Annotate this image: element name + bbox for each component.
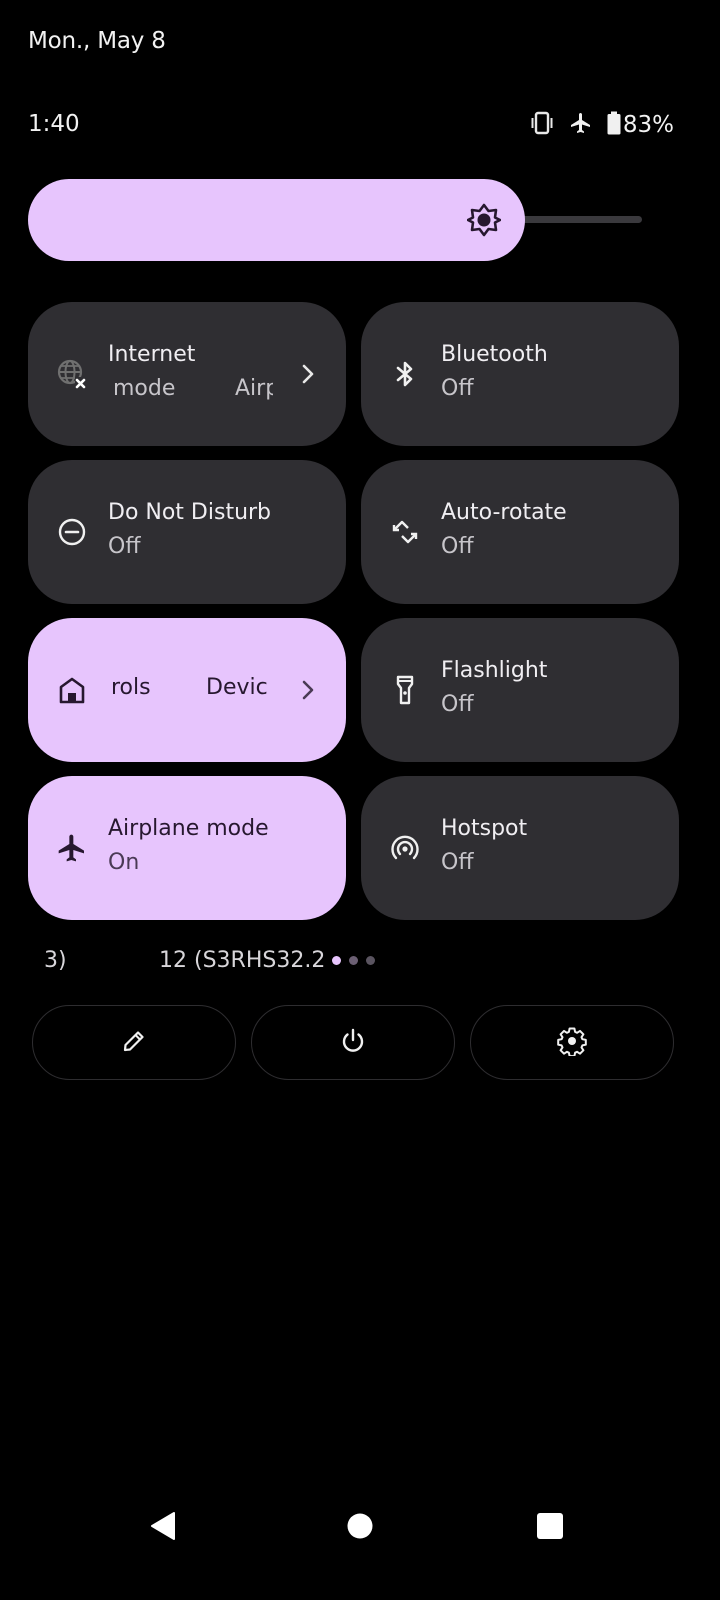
globe-x-icon (56, 358, 88, 390)
tile-label-marquee: rols Devic (108, 675, 273, 705)
marquee-fragment: Airp (235, 376, 273, 401)
tile-label: Flashlight (441, 658, 548, 683)
tile-airplane-mode[interactable]: Airplane mode On (28, 776, 346, 920)
edit-button[interactable] (32, 1005, 236, 1080)
tile-hotspot[interactable]: Hotspot Off (361, 776, 679, 920)
bluetooth-icon (389, 358, 421, 390)
battery-percentage: 83% (622, 112, 674, 138)
marquee-fragment: mode (113, 376, 176, 401)
status-icons: 83% (529, 110, 674, 140)
tile-state: Off (441, 850, 474, 875)
flashlight-icon (389, 674, 421, 706)
tile-label: Bluetooth (441, 342, 548, 367)
date-label: Mon., May 8 (28, 28, 166, 54)
page-dot[interactable] (332, 956, 341, 965)
tile-state: Off (441, 534, 474, 559)
tile-label: Hotspot (441, 816, 528, 841)
nav-back-button[interactable] (141, 1506, 185, 1550)
tile-do-not-disturb[interactable]: Do Not Disturb Off (28, 460, 346, 604)
tile-label: Internet (108, 342, 196, 367)
tile-auto-rotate[interactable]: Auto-rotate Off (361, 460, 679, 604)
tile-label: Auto-rotate (441, 500, 567, 525)
marquee-fragment: Devic (206, 675, 268, 700)
nav-recents-button[interactable] (528, 1506, 572, 1550)
tile-device-controls[interactable]: rols Devic (28, 618, 346, 762)
settings-button[interactable] (470, 1005, 674, 1080)
tile-label: Airplane mode (108, 816, 269, 841)
brightness-fill[interactable] (28, 179, 525, 261)
airplane-icon (569, 111, 593, 139)
home-circle-icon (347, 1513, 373, 1543)
tile-state: Off (108, 534, 141, 559)
do-not-disturb-icon (56, 516, 88, 548)
page-dot[interactable] (366, 956, 375, 965)
tile-state: Off (441, 692, 474, 717)
power-button[interactable] (251, 1005, 455, 1080)
clock[interactable]: 1:40 (28, 111, 80, 137)
nav-home-button[interactable] (338, 1506, 382, 1550)
tile-bluetooth[interactable]: Bluetooth Off (361, 302, 679, 446)
tile-state: Off (441, 376, 474, 401)
page-dot[interactable] (349, 956, 358, 965)
chevron-right-icon (296, 676, 320, 704)
home-icon (56, 674, 88, 706)
tile-label: Do Not Disturb (108, 500, 272, 525)
brightness-icon (466, 203, 502, 237)
tile-internet[interactable]: Internet mode Airp (28, 302, 346, 446)
tile-secondary-marquee: mode Airp (108, 376, 273, 406)
back-icon (148, 1510, 178, 1546)
battery-icon (607, 111, 621, 139)
build-fragment: 3) (44, 948, 67, 973)
gear-icon (557, 1026, 587, 1060)
marquee-fragment: rols (111, 675, 151, 700)
hotspot-icon (389, 832, 421, 864)
pencil-icon (120, 1027, 148, 1059)
build-fragment: 12 (S3RHS32.2 (159, 948, 326, 973)
airplane-icon (56, 832, 88, 864)
chevron-right-icon (296, 360, 320, 388)
build-number-marquee[interactable]: 3) 12 (S3RHS32.2 (0, 946, 330, 980)
vibrate-icon (529, 111, 555, 139)
recents-icon (536, 1512, 564, 1544)
tile-state: On (108, 850, 140, 875)
auto-rotate-icon (389, 516, 421, 548)
brightness-slider[interactable] (28, 179, 642, 261)
power-icon (338, 1026, 368, 1060)
tile-flashlight[interactable]: Flashlight Off (361, 618, 679, 762)
